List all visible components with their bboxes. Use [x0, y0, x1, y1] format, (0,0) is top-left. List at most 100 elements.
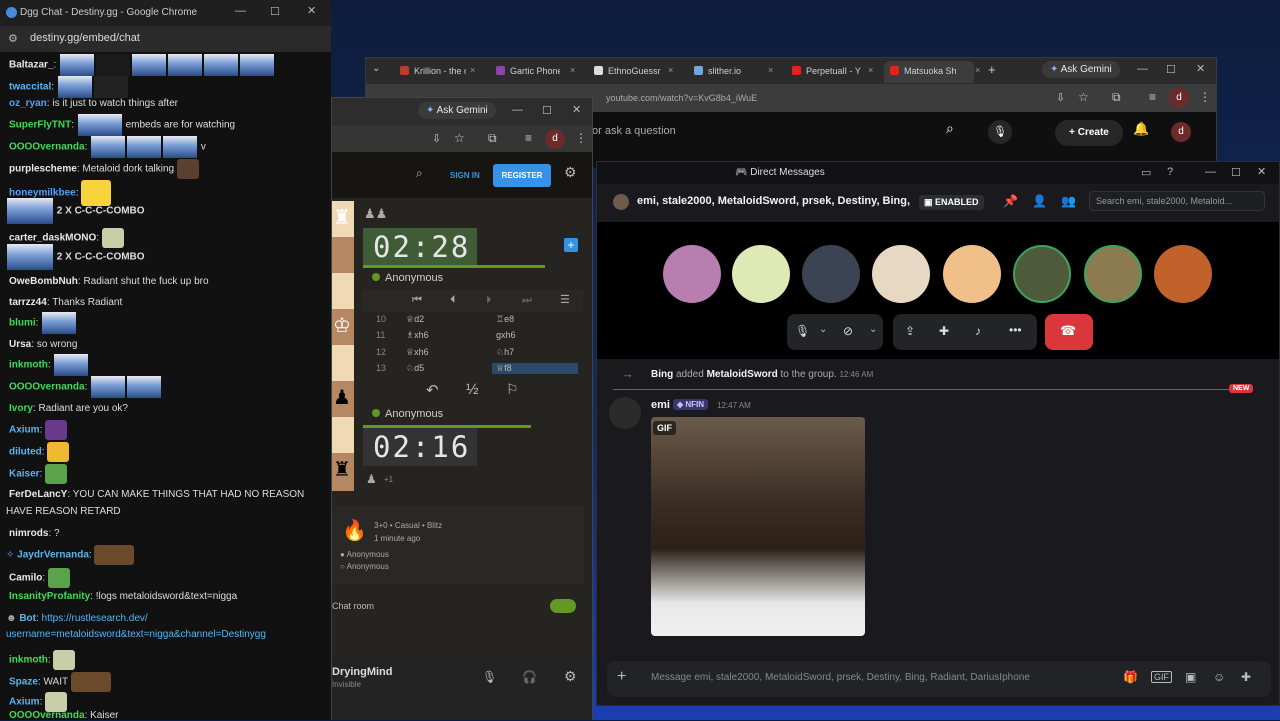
bookmark-star-icon[interactable]: ☆ — [454, 131, 465, 145]
chat-username[interactable]: OOOOvernanda — [9, 710, 85, 721]
install-app-icon[interactable]: ⇩ — [432, 132, 441, 145]
chat-username[interactable]: Bot — [19, 613, 36, 624]
emote[interactable] — [96, 54, 131, 76]
participant-avatar[interactable] — [802, 245, 860, 303]
pin-icon[interactable]: 📌 — [1003, 194, 1018, 208]
tab-matsuoka[interactable]: Matsuoka Sh — [884, 61, 974, 83]
tab-gartic[interactable]: Gartic Phone — [496, 61, 560, 83]
minimize-icon[interactable]: — — [1137, 63, 1148, 75]
chat-username[interactable]: Kaiser — [9, 469, 40, 480]
emote[interactable] — [54, 354, 89, 376]
bookmark-star-icon[interactable]: ☆ — [1078, 90, 1089, 104]
camera-off-icon[interactable]: ⊘ — [843, 324, 853, 338]
emote[interactable] — [60, 54, 95, 76]
media-control-icon[interactable]: ≡ — [525, 131, 532, 145]
inbox-icon[interactable]: ▭ — [1141, 166, 1151, 179]
emote[interactable] — [132, 54, 167, 76]
chat-username[interactable]: InsanityProfanity — [9, 591, 90, 602]
chat-username[interactable]: tarrzz44 — [9, 297, 47, 308]
maximize-icon[interactable]: ☐ — [542, 104, 552, 117]
create-button[interactable]: + Create — [1055, 120, 1123, 146]
minimize-icon[interactable]: — — [512, 104, 523, 116]
emote[interactable] — [77, 114, 122, 136]
first-move-icon[interactable]: ⏮ — [412, 294, 422, 307]
message-input[interactable]: Message emi, stale2000, MetaloidSword, p… — [651, 672, 1030, 683]
chessboard-edge[interactable]: ♜ ♔ ♟ ♜ — [332, 201, 354, 491]
chess-king-piece[interactable]: ♔ — [333, 313, 351, 338]
new-tab-plus-icon[interactable]: + — [988, 62, 996, 77]
close-icon[interactable]: ✕ — [1257, 165, 1266, 178]
chat-username[interactable]: diluted — [9, 447, 42, 458]
help-icon[interactable]: ? — [1167, 166, 1173, 178]
emoji-icon[interactable]: ☺ — [1213, 670, 1225, 684]
profile-avatar[interactable]: d — [1169, 88, 1189, 108]
emote[interactable] — [168, 54, 203, 76]
maximize-icon[interactable]: ☐ — [1166, 63, 1176, 76]
chat-username[interactable]: Ursa — [9, 339, 31, 350]
chat-username[interactable]: Spaze — [9, 677, 38, 688]
chat-username[interactable]: blumi — [9, 318, 36, 329]
emote[interactable] — [47, 442, 70, 462]
maximize-icon[interactable]: ☐ — [1231, 166, 1241, 179]
chat-username[interactable]: FerDeLancY — [9, 489, 67, 500]
gif-image[interactable]: GIF — [651, 417, 865, 636]
profile-avatar[interactable]: d — [545, 129, 565, 149]
participant-avatar[interactable] — [1154, 245, 1212, 303]
search-icon[interactable]: ⌕ — [946, 120, 968, 142]
chrome-menu-icon[interactable]: ⋮ — [1199, 90, 1211, 104]
chat-username[interactable]: inkmoth — [9, 655, 48, 666]
sign-in-link[interactable]: SIGN IN — [450, 171, 480, 180]
user-name[interactable]: DryingMind — [332, 666, 393, 678]
white-player[interactable]: ● Anonymous — [340, 550, 389, 559]
menu-icon[interactable]: ☰ — [560, 293, 570, 306]
emote[interactable] — [91, 136, 126, 158]
youtube-avatar[interactable]: d — [1171, 122, 1191, 142]
author-avatar[interactable] — [609, 397, 641, 429]
chrome-menu-icon[interactable]: ⋮ — [575, 131, 587, 145]
gift-icon[interactable]: 🎁 — [1123, 670, 1138, 684]
tab-close-icon[interactable]: × — [975, 65, 980, 75]
member-list-icon[interactable]: 👥 — [1061, 194, 1076, 208]
site-settings-icon[interactable]: ⚙ — [8, 32, 18, 45]
search-input[interactable]: Search emi, stale2000, Metaloid... — [1089, 191, 1265, 211]
chat-username[interactable]: Axium — [9, 425, 40, 436]
chess-rook-piece[interactable]: ♜ — [333, 457, 351, 482]
emote[interactable] — [53, 650, 76, 670]
screen-share-icon[interactable]: ⇪ — [905, 324, 915, 338]
message-author[interactable]: emi — [651, 399, 670, 411]
emote[interactable] — [94, 545, 135, 565]
tab-ethnoguessr[interactable]: EthnoGuessr — [594, 61, 662, 83]
chat-username[interactable]: honeymilkbee — [9, 188, 76, 199]
tab-close-icon[interactable]: × — [570, 65, 575, 75]
emote[interactable] — [163, 136, 198, 158]
resign-flag-icon[interactable]: ⚐ — [506, 381, 519, 398]
tab-close-icon[interactable]: × — [768, 65, 773, 75]
emote[interactable] — [45, 692, 68, 712]
search-icon[interactable]: ⌕ — [416, 166, 423, 181]
emote[interactable] — [240, 54, 275, 76]
chat-username[interactable]: Camilo — [9, 573, 42, 584]
tab-krillion[interactable]: Krillion - the d — [400, 61, 466, 83]
close-icon[interactable]: ✕ — [1196, 62, 1205, 75]
chat-username[interactable]: SuperFlyTNT — [9, 120, 71, 131]
chat-username[interactable]: nimrods — [9, 528, 48, 539]
emote[interactable] — [42, 312, 77, 334]
gif-picker-icon[interactable]: GIF — [1151, 671, 1172, 683]
microphone-icon[interactable]: 🎙 — [482, 670, 497, 684]
install-app-icon[interactable]: ⇩ — [1056, 91, 1065, 104]
player-name[interactable]: Anonymous — [372, 408, 443, 420]
headphones-icon[interactable]: 🎧 — [522, 670, 537, 684]
register-button[interactable]: REGISTER — [493, 164, 551, 187]
notifications-bell-icon[interactable]: 🔔 — [1133, 121, 1149, 137]
chat-username[interactable]: Ivory — [9, 403, 33, 414]
emote[interactable] — [91, 376, 126, 398]
emote[interactable] — [127, 136, 162, 158]
chat-address-bar[interactable]: ⚙ destiny.gg/embed/chat — [0, 26, 331, 52]
emote[interactable] — [93, 76, 128, 98]
tab-close-icon[interactable]: × — [470, 65, 475, 75]
chat-username[interactable]: inkmoth — [9, 360, 48, 371]
message-input-bar[interactable]: + Message emi, stale2000, MetaloidSword,… — [607, 661, 1271, 697]
chevron-down-icon[interactable]: ⌄ — [819, 324, 827, 335]
emote[interactable] — [127, 376, 162, 398]
media-control-icon[interactable]: ≡ — [1149, 90, 1156, 104]
